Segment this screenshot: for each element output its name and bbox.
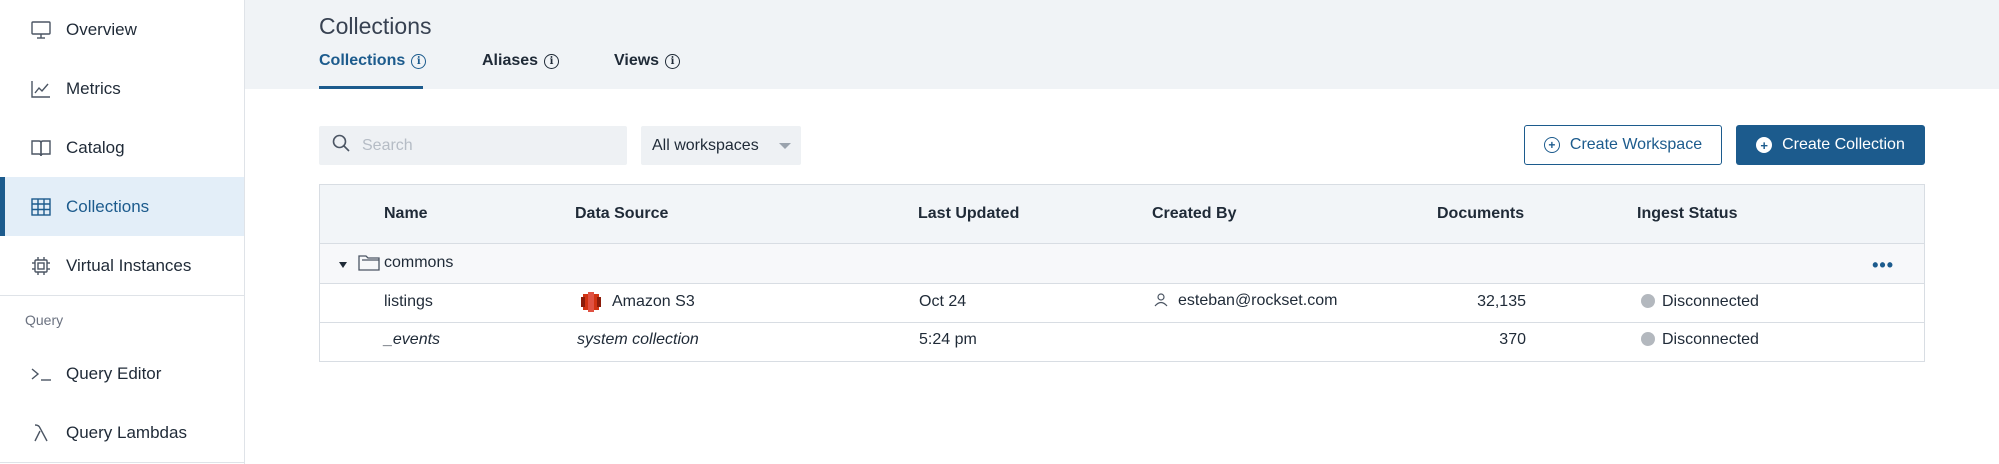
create-collection-button[interactable]: + Create Collection [1736,125,1925,165]
sidebar-item-overview[interactable]: Overview [0,0,244,59]
table-row[interactable]: listings Amazon S3 Oct 24 esteban@rockse… [320,284,1924,323]
user-icon [1154,293,1168,312]
plus-circle-icon: + [1756,137,1773,153]
sidebar-item-label: Collections [66,196,150,216]
search-input[interactable] [362,136,612,155]
ingest-status-label: Disconnected [1662,331,1759,348]
monitor-icon [30,19,52,41]
tab-collections[interactable]: Collections i [319,52,427,70]
sidebar-item-query-editor[interactable]: Query Editor [0,344,244,403]
ingest-status: Disconnected [1641,293,1759,311]
lambda-icon [30,422,52,444]
info-icon: i [665,53,681,69]
column-header-documents[interactable]: Documents [1437,205,1524,223]
search-box[interactable] [319,126,627,165]
active-tab-indicator [319,86,423,89]
column-header-ingest-status[interactable]: Ingest Status [1637,205,1737,223]
book-icon [30,137,52,159]
workspace-select-value: All workspaces [652,136,759,154]
info-icon: i [411,53,427,69]
tab-label: Views [614,52,660,69]
plus-circle-icon: + [1543,137,1560,153]
amazon-s3-icon [581,292,601,317]
ingest-status-label: Disconnected [1662,293,1759,310]
sidebar-divider [0,462,244,463]
tab-label: Aliases [482,52,539,69]
collection-name[interactable]: listings [384,293,433,311]
workspace-name: commons [384,254,454,271]
collection-name[interactable]: _events [384,331,440,349]
sidebar: Overview Metrics Catalog Collections Vir… [0,0,245,464]
sidebar-item-label: Metrics [66,78,121,98]
chip-icon [30,255,52,277]
sidebar-item-query-lambdas[interactable]: Query Lambdas [0,403,244,462]
sidebar-item-metrics[interactable]: Metrics [0,59,244,118]
chevron-down-icon [779,143,791,149]
column-header-created-by[interactable]: Created By [1152,205,1236,223]
page-header: Collections Collections i Aliases i View… [245,0,1999,89]
workspace-select[interactable]: All workspaces [641,126,801,165]
data-source: system collection [577,331,699,348]
documents-count: 370 [1499,331,1526,348]
column-header-name[interactable]: Name [384,205,428,223]
column-header-data-source[interactable]: Data Source [575,205,668,223]
table-icon [30,196,52,218]
more-options-icon[interactable]: ••• [1872,255,1894,276]
workspace-group-row[interactable]: commons ••• [320,244,1924,284]
sidebar-item-label: Catalog [66,137,125,157]
caret-down-icon[interactable] [338,256,348,274]
sidebar-divider [0,295,244,296]
status-dot-icon [1641,332,1655,346]
info-icon: i [544,53,560,69]
create-collection-label: Create Collection [1782,136,1905,153]
last-updated: 5:24 pm [919,331,977,348]
created-by: esteban@rockset.com [1178,292,1338,309]
page-title: Collections [319,13,432,39]
create-workspace-label: Create Workspace [1569,136,1703,153]
sidebar-item-label: Virtual Instances [66,255,192,275]
folder-icon [358,253,380,276]
chart-line-icon [30,78,52,100]
table-row[interactable]: _events system collection 5:24 pm 370 Di… [320,323,1924,361]
search-icon [332,134,350,157]
sidebar-item-label: Query Lambdas [66,422,187,442]
status-dot-icon [1641,294,1655,308]
sidebar-item-collections[interactable]: Collections [0,177,244,236]
sidebar-item-virtual-instances[interactable]: Virtual Instances [0,236,244,295]
create-workspace-button[interactable]: + Create Workspace [1524,125,1722,165]
data-source: Amazon S3 [612,293,695,310]
sidebar-item-label: Overview [66,19,137,39]
table-header: Name Data Source Last Updated Created By… [320,185,1924,244]
sidebar-section-query: Query [25,312,64,328]
ingest-status: Disconnected [1641,331,1759,349]
collections-table: Name Data Source Last Updated Created By… [319,184,1925,362]
last-updated: Oct 24 [919,293,967,310]
tab-label: Collections [319,52,406,69]
sidebar-item-catalog[interactable]: Catalog [0,118,244,177]
tab-views[interactable]: Views i [614,52,681,70]
sidebar-item-label: Query Editor [66,363,162,383]
column-header-last-updated[interactable]: Last Updated [918,205,1019,223]
tab-aliases[interactable]: Aliases i [482,52,560,70]
documents-count: 32,135 [1477,293,1526,310]
terminal-icon [30,363,52,385]
